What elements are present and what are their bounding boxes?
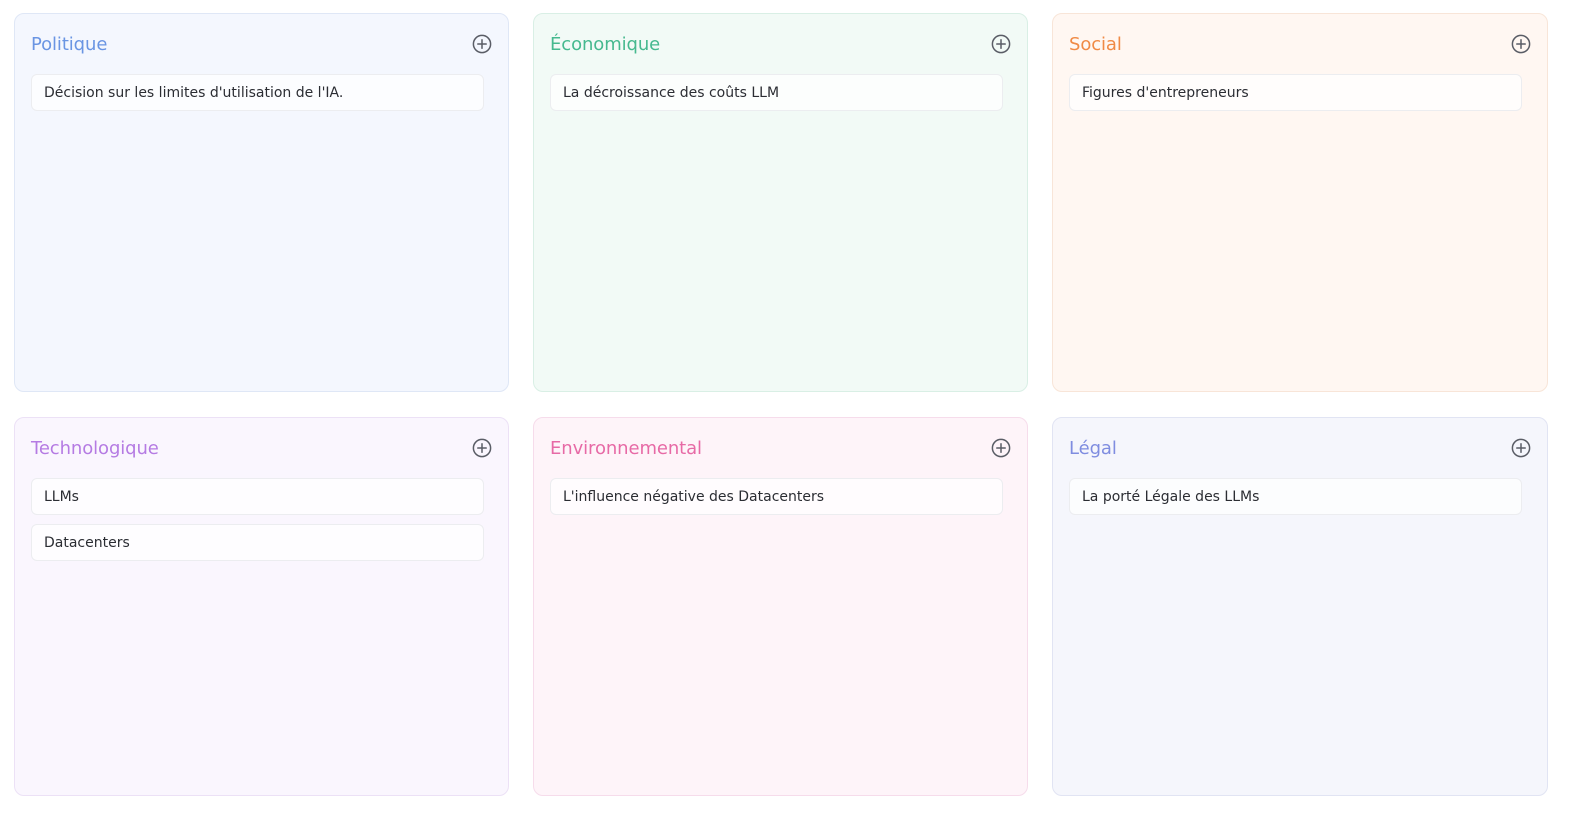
plus-circle-icon: [472, 438, 492, 458]
panel-social: Social Figures d'entrepreneurs: [1052, 13, 1548, 392]
plus-circle-icon: [472, 34, 492, 54]
item-list: Figures d'entrepreneurs: [1069, 74, 1522, 111]
list-item[interactable]: Figures d'entrepreneurs: [1069, 74, 1522, 111]
item-list: La porté Légale des LLMs: [1069, 478, 1522, 515]
panel-header: Technologique: [31, 418, 492, 478]
list-item[interactable]: L'influence négative des Datacenters: [550, 478, 1003, 515]
add-item-button[interactable]: [471, 437, 493, 459]
list-item[interactable]: La décroissance des coûts LLM: [550, 74, 1003, 111]
add-item-button[interactable]: [990, 33, 1012, 55]
panel-header: Environnemental: [550, 418, 1011, 478]
add-item-button[interactable]: [1510, 437, 1532, 459]
panel-environnemental: Environnemental L'influence négative des…: [533, 417, 1028, 796]
list-item[interactable]: La porté Légale des LLMs: [1069, 478, 1522, 515]
panel-economique: Économique La décroissance des coûts LLM: [533, 13, 1028, 392]
panel-title: Technologique: [31, 437, 159, 459]
panel-politique: Politique Décision sur les limites d'uti…: [14, 13, 509, 392]
panel-header: Économique: [550, 14, 1011, 74]
panel-technologique: Technologique LLMs Datacenters: [14, 417, 509, 796]
plus-circle-icon: [1511, 438, 1531, 458]
plus-circle-icon: [1511, 34, 1531, 54]
add-item-button[interactable]: [1510, 33, 1532, 55]
list-item[interactable]: Décision sur les limites d'utilisation d…: [31, 74, 484, 111]
panel-title: Légal: [1069, 437, 1117, 459]
panel-title: Politique: [31, 33, 108, 55]
panel-header: Social: [1069, 14, 1531, 74]
list-item[interactable]: LLMs: [31, 478, 484, 515]
panel-title: Environnemental: [550, 437, 702, 459]
plus-circle-icon: [991, 34, 1011, 54]
panel-title: Social: [1069, 33, 1122, 55]
item-list: Décision sur les limites d'utilisation d…: [31, 74, 484, 111]
item-list: La décroissance des coûts LLM: [550, 74, 1003, 111]
list-item[interactable]: Datacenters: [31, 524, 484, 561]
pestel-board: Politique Décision sur les limites d'uti…: [14, 13, 1548, 796]
panel-legal: Légal La porté Légale des LLMs: [1052, 417, 1548, 796]
panel-title: Économique: [550, 33, 661, 55]
add-item-button[interactable]: [990, 437, 1012, 459]
plus-circle-icon: [991, 438, 1011, 458]
item-list: LLMs Datacenters: [31, 478, 484, 561]
item-list: L'influence négative des Datacenters: [550, 478, 1003, 515]
add-item-button[interactable]: [471, 33, 493, 55]
panel-header: Légal: [1069, 418, 1531, 478]
panel-header: Politique: [31, 14, 492, 74]
